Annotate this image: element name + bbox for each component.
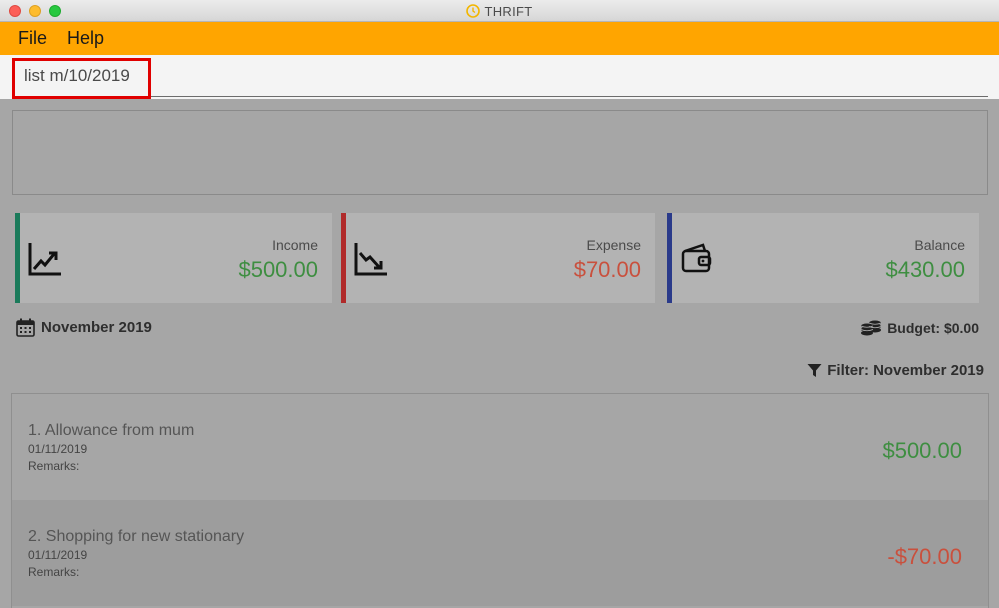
transaction-title: 1. Allowance from mum — [28, 422, 195, 439]
expense-card: Expense $70.00 — [341, 213, 655, 303]
budget-row: Budget: $0.00 — [860, 318, 979, 337]
budget-text: Budget: $0.00 — [887, 319, 979, 336]
current-month-row: November 2019 — [16, 318, 152, 337]
transaction-remarks: Remarks: — [28, 565, 80, 579]
transaction-row[interactable]: 1. Allowance from mum 01/11/2019 Remarks… — [12, 394, 988, 500]
window-title-group: THRIFT — [0, 0, 999, 22]
menu-file[interactable]: File — [18, 28, 47, 49]
balance-label: Balance — [914, 237, 965, 253]
calendar-icon — [16, 318, 35, 337]
transaction-title: 2. Shopping for new stationary — [28, 528, 245, 545]
income-card: Income $500.00 — [15, 213, 332, 303]
result-display — [12, 110, 988, 195]
coins-icon — [861, 320, 882, 336]
income-label: Income — [272, 237, 318, 253]
expense-value: $70.00 — [573, 257, 641, 282]
filter-row: Filter: November 2019 — [807, 362, 984, 379]
income-value: $500.00 — [238, 257, 318, 282]
trending-down-icon — [354, 243, 387, 276]
window-title: THRIFT — [484, 3, 533, 19]
wallet-icon — [681, 243, 712, 273]
transaction-date: 01/11/2019 — [28, 442, 88, 456]
transaction-date: 01/11/2019 — [28, 548, 88, 562]
command-input[interactable] — [12, 55, 988, 97]
transaction-row[interactable]: 2. Shopping for new stationary 01/11/201… — [12, 500, 988, 606]
menu-help[interactable]: Help — [67, 28, 104, 49]
transaction-value: -$70.00 — [887, 544, 962, 569]
window-titlebar: THRIFT — [0, 0, 999, 22]
filter-text: Filter: November 2019 — [827, 362, 984, 379]
expense-accent-bar — [341, 213, 346, 303]
command-area — [0, 55, 999, 99]
balance-value: $430.00 — [885, 257, 965, 282]
current-month-text: November 2019 — [41, 319, 152, 336]
expense-label: Expense — [586, 237, 641, 253]
filter-icon — [807, 364, 822, 377]
balance-card: Balance $430.00 — [667, 213, 979, 303]
trending-up-icon — [28, 243, 61, 276]
transaction-value: $500.00 — [882, 438, 962, 463]
app-clock-icon — [466, 4, 481, 18]
balance-accent-bar — [667, 213, 672, 303]
menu-bar: File Help — [0, 22, 999, 55]
income-accent-bar — [15, 213, 20, 303]
transaction-list[interactable]: 1. Allowance from mum 01/11/2019 Remarks… — [11, 393, 989, 608]
transaction-remarks: Remarks: — [28, 459, 80, 473]
